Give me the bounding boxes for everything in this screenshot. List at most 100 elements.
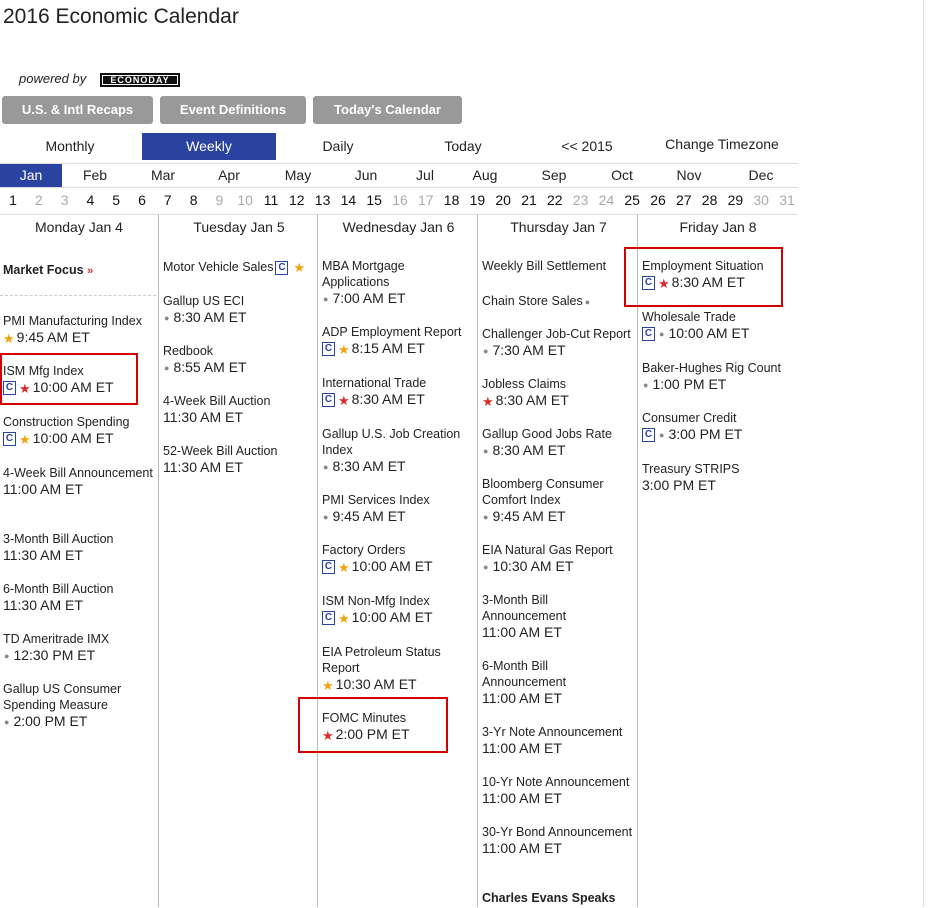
month-nov[interactable]: Nov: [654, 164, 724, 187]
consensus-icon[interactable]: C: [275, 260, 289, 275]
event-name[interactable]: Bloomberg Consumer Comfort Index: [482, 477, 604, 507]
event-name[interactable]: 10-Yr Note Announcement: [482, 775, 629, 789]
calendar-event[interactable]: 52-Week Bill Auction 11:30 AM ET: [163, 443, 313, 476]
calendar-event[interactable]: Motor Vehicle Sales C ★: [163, 259, 313, 276]
calendar-event[interactable]: Chain Store Sales ●: [482, 293, 634, 310]
month-jun[interactable]: Jun: [334, 164, 398, 187]
tab-today[interactable]: Today: [403, 133, 523, 160]
event-name[interactable]: Gallup US ECI: [163, 294, 244, 308]
event-name[interactable]: Jobless Claims: [482, 377, 566, 391]
event-name[interactable]: PMI Services Index: [322, 493, 430, 507]
day-30[interactable]: 30: [748, 188, 774, 212]
month-feb[interactable]: Feb: [62, 164, 128, 187]
consensus-icon[interactable]: C: [322, 560, 335, 575]
day-20[interactable]: 20: [490, 188, 516, 212]
day-26[interactable]: 26: [645, 188, 671, 212]
day-18[interactable]: 18: [439, 188, 465, 212]
event-name[interactable]: 4-Week Bill Announcement: [3, 466, 153, 480]
consensus-icon[interactable]: C: [3, 432, 16, 447]
day-14[interactable]: 14: [335, 188, 361, 212]
calendar-event[interactable]: Gallup US Consumer Spending Measure ● 2:00…: [3, 681, 153, 731]
event-name[interactable]: 6-Month Bill Auction: [3, 582, 113, 596]
todays-calendar-button[interactable]: Today's Calendar: [313, 96, 462, 124]
calendar-event[interactable]: Redbook ● 8:55 AM ET: [163, 343, 313, 377]
calendar-event[interactable]: Jobless Claims ★ 8:30 AM ET: [482, 376, 634, 410]
event-name[interactable]: Challenger Job-Cut Report: [482, 327, 631, 341]
scrollbar[interactable]: [923, 0, 932, 907]
day-7[interactable]: 7: [155, 188, 181, 212]
column-header[interactable]: Tuesday Jan 5: [160, 219, 318, 235]
calendar-event[interactable]: Gallup U.S. Job Creation Index ● 8:30 AM E…: [322, 426, 470, 476]
tab-monthly[interactable]: Monthly: [0, 133, 140, 160]
event-name[interactable]: ADP Employment Report: [322, 325, 461, 339]
event-name[interactable]: Gallup Good Jobs Rate: [482, 427, 612, 441]
day-31[interactable]: 31: [774, 188, 800, 212]
consensus-icon[interactable]: C: [642, 327, 655, 342]
day-12[interactable]: 12: [284, 188, 310, 212]
event-name[interactable]: EIA Petroleum Status Report: [322, 645, 441, 675]
day-15[interactable]: 15: [361, 188, 387, 212]
day-3[interactable]: 3: [52, 188, 78, 212]
event-name[interactable]: MBA Mortgage Applications: [322, 259, 405, 289]
calendar-event[interactable]: 6-Month Bill Announcement 11:00 AM ET: [482, 658, 634, 707]
day-23[interactable]: 23: [568, 188, 594, 212]
event-name[interactable]: Market Focus: [3, 263, 84, 277]
calendar-event[interactable]: Bloomberg Consumer Comfort Index ● 9:45 AM…: [482, 476, 634, 526]
day-16[interactable]: 16: [387, 188, 413, 212]
consensus-icon[interactable]: C: [642, 428, 655, 443]
calendar-event[interactable]: 3-Yr Note Announcement 11:00 AM ET: [482, 724, 634, 757]
calendar-event[interactable]: 10-Yr Note Announcement 11:00 AM ET: [482, 774, 634, 807]
event-name[interactable]: Chain Store Sales: [482, 294, 583, 308]
month-apr[interactable]: Apr: [196, 164, 262, 187]
day-6[interactable]: 6: [129, 188, 155, 212]
column-header[interactable]: Friday Jan 8: [639, 219, 797, 235]
calendar-event[interactable]: TD Ameritrade IMX ● 12:30 PM ET: [3, 631, 153, 665]
day-13[interactable]: 13: [310, 188, 336, 212]
event-name[interactable]: Weekly Bill Settlement: [482, 259, 606, 273]
day-9[interactable]: 9: [206, 188, 232, 212]
calendar-event[interactable]: Market Focus »: [3, 262, 153, 279]
day-1[interactable]: 1: [0, 188, 26, 212]
calendar-event[interactable]: 4-Week Bill Auction 11:30 AM ET: [163, 393, 313, 426]
day-25[interactable]: 25: [619, 188, 645, 212]
day-11[interactable]: 11: [258, 188, 284, 212]
day-24[interactable]: 24: [593, 188, 619, 212]
calendar-event[interactable]: MBA Mortgage Applications ● 7:00 AM ET: [322, 258, 470, 308]
event-name[interactable]: Construction Spending: [3, 415, 129, 429]
tab-daily[interactable]: Daily: [278, 133, 398, 160]
event-name[interactable]: Baker-Hughes Rig Count: [642, 361, 781, 375]
day-27[interactable]: 27: [671, 188, 697, 212]
event-name[interactable]: Charles Evans Speaks: [482, 891, 615, 905]
calendar-event[interactable]: PMI Services Index ● 9:45 AM ET: [322, 492, 470, 526]
month-sep[interactable]: Sep: [518, 164, 590, 187]
month-jul[interactable]: Jul: [398, 164, 452, 187]
consensus-icon[interactable]: C: [322, 393, 335, 408]
consensus-icon[interactable]: C: [322, 611, 335, 626]
event-name[interactable]: 30-Yr Bond Announcement: [482, 825, 632, 839]
econoday-logo[interactable]: ECONODAY: [100, 73, 180, 87]
day-5[interactable]: 5: [103, 188, 129, 212]
day-8[interactable]: 8: [181, 188, 207, 212]
change-timezone-link[interactable]: Change Timezone: [652, 131, 792, 158]
month-oct[interactable]: Oct: [590, 164, 654, 187]
event-name[interactable]: Redbook: [163, 344, 213, 358]
calendar-event[interactable]: Treasury STRIPS 3:00 PM ET: [642, 461, 792, 494]
event-name[interactable]: ISM Non-Mfg Index: [322, 594, 430, 608]
calendar-event[interactable]: Charles Evans Speaks: [482, 890, 634, 906]
event-name[interactable]: Motor Vehicle Sales: [163, 260, 273, 274]
event-name[interactable]: Factory Orders: [322, 543, 405, 557]
day-21[interactable]: 21: [516, 188, 542, 212]
calendar-event[interactable]: 4-Week Bill Announcement 11:00 AM ET: [3, 465, 153, 498]
calendar-event[interactable]: 6-Month Bill Auction 11:30 AM ET: [3, 581, 153, 614]
calendar-event[interactable]: 3-Month Bill Announcement 11:00 AM ET: [482, 592, 634, 641]
column-header[interactable]: Thursday Jan 7: [479, 219, 638, 235]
month-aug[interactable]: Aug: [452, 164, 518, 187]
day-19[interactable]: 19: [464, 188, 490, 212]
calendar-event[interactable]: Baker-Hughes Rig Count ● 1:00 PM ET: [642, 360, 792, 394]
month-mar[interactable]: Mar: [130, 164, 196, 187]
column-header[interactable]: Wednesday Jan 6: [319, 219, 478, 235]
day-22[interactable]: 22: [542, 188, 568, 212]
calendar-event[interactable]: ADP Employment Report C ★ 8:15 AM ET: [322, 324, 470, 358]
month-jan[interactable]: Jan: [0, 164, 62, 187]
calendar-event[interactable]: Challenger Job-Cut Report ● 7:30 AM ET: [482, 326, 634, 360]
